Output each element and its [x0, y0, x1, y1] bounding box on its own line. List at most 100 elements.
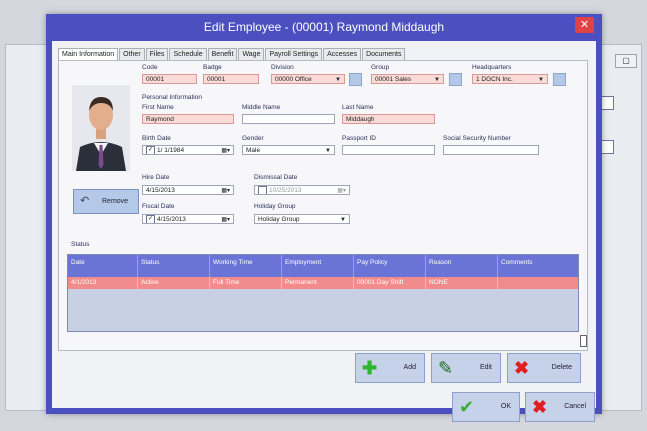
- chevron-down-icon: ▼: [335, 77, 341, 83]
- group-label: Group: [371, 64, 390, 71]
- add-label: Add: [403, 364, 416, 371]
- fiscal-date-label: Fiscal Date: [142, 203, 175, 210]
- status-grid-header: Date Status Working Time Employment Pay …: [68, 255, 578, 277]
- cell-reason: NONE: [426, 277, 498, 289]
- cell-pay-policy: 00001 Day Shift: [354, 277, 426, 289]
- cancel-button[interactable]: ✖ Cancel: [525, 392, 595, 422]
- delete-icon: ✖: [514, 358, 530, 378]
- gender-value: Male: [246, 147, 261, 154]
- gender-label: Gender: [242, 135, 264, 142]
- birth-date-picker[interactable]: ✓ 1/ 1/1984 ▦▾: [142, 145, 234, 155]
- remove-label: Remove: [102, 198, 129, 205]
- hire-date-value: 4/15/2013: [146, 187, 175, 194]
- edit-icon: ✎: [438, 358, 454, 378]
- add-button[interactable]: ✚ Add: [355, 353, 425, 383]
- tab-accesses[interactable]: Accesses: [323, 48, 362, 60]
- first-name-field[interactable]: Raymond: [142, 114, 234, 124]
- column-header-comments[interactable]: Comments: [498, 255, 578, 277]
- last-name-field[interactable]: Middaugh: [342, 114, 435, 124]
- column-header-reason[interactable]: Reason: [426, 255, 498, 277]
- passport-id-label: Passport ID: [342, 135, 376, 142]
- chevron-down-icon: ▼: [538, 77, 544, 83]
- cancel-icon: ✖: [532, 397, 548, 417]
- column-header-pay-policy[interactable]: Pay Policy: [354, 255, 426, 277]
- edit-label: Edit: [479, 364, 492, 371]
- tab-documents[interactable]: Documents: [362, 48, 406, 60]
- checkmark-icon: ✔: [459, 397, 475, 417]
- status-label: Status: [71, 241, 90, 248]
- gender-select[interactable]: Male ▼: [242, 145, 335, 155]
- cell-date: 4/1/2013: [68, 277, 138, 289]
- division-lookup-button[interactable]: [349, 73, 362, 86]
- calendar-icon: ▦▾: [221, 148, 230, 154]
- birth-date-checkbox[interactable]: ✓: [146, 146, 155, 154]
- main-information-panel: ↶ Remove Code 00001 Badge 00001 Division…: [58, 60, 588, 351]
- tab-files[interactable]: Files: [145, 48, 169, 60]
- chevron-down-icon: ▼: [434, 77, 440, 83]
- cell-working-time: Full Time: [210, 277, 282, 289]
- dismissal-date-checkbox[interactable]: [258, 186, 267, 194]
- fiscal-date-picker[interactable]: ✓ 4/15/2013 ▦▾: [142, 214, 234, 224]
- chevron-down-icon: ▼: [325, 148, 331, 154]
- column-header-status[interactable]: Status: [138, 255, 210, 277]
- middle-name-field[interactable]: [242, 114, 335, 124]
- division-select[interactable]: 00000 Office ▼: [271, 74, 345, 84]
- personal-information-label: Personal Information: [142, 94, 202, 101]
- tab-benefit[interactable]: Benefit: [207, 48, 238, 60]
- code-field[interactable]: 00001: [142, 74, 197, 84]
- column-header-employment[interactable]: Employment: [282, 255, 354, 277]
- fiscal-date-checkbox[interactable]: ✓: [146, 215, 155, 223]
- ok-label: OK: [500, 403, 511, 410]
- ssn-field[interactable]: [443, 145, 539, 155]
- tab-other[interactable]: Other: [119, 48, 145, 60]
- dialog-title: Edit Employee - (00001) Raymond Middaugh: [203, 20, 445, 34]
- employee-photo: [72, 85, 130, 171]
- birth-date-label: Birth Date: [142, 135, 171, 142]
- dismissal-date-label: Dismissal Date: [254, 174, 298, 181]
- tab-wage[interactable]: Wage: [238, 48, 265, 60]
- division-label: Division: [271, 64, 294, 71]
- headquarters-value: 1 DGCN Inc.: [476, 76, 513, 83]
- badge-field[interactable]: 00001: [203, 74, 259, 84]
- delete-label: Delete: [551, 364, 572, 371]
- first-name-label: First Name: [142, 104, 174, 111]
- table-row[interactable]: 4/1/2013 Active Full Time Permanent 0000…: [68, 277, 578, 289]
- tab-strip: Main Information Other Files Schedule Be…: [58, 48, 406, 61]
- group-lookup-button[interactable]: [449, 73, 462, 86]
- dismissal-date-picker[interactable]: 10/25/2013 ▦▾: [254, 185, 350, 195]
- code-label: Code: [142, 64, 158, 71]
- cell-employment: Permanent: [282, 277, 354, 289]
- close-button[interactable]: ✕: [575, 17, 594, 33]
- group-select[interactable]: 00001 Sales ▼: [371, 74, 444, 84]
- tab-payroll-settings[interactable]: Payroll Settings: [265, 48, 323, 60]
- holiday-group-value: Holiday Group: [258, 216, 300, 223]
- hire-date-picker[interactable]: 4/15/2013 ▦▾: [142, 185, 234, 195]
- plus-icon: ✚: [362, 358, 378, 378]
- holiday-group-label: Holiday Group: [254, 203, 296, 210]
- edit-employee-dialog: Edit Employee - (00001) Raymond Middaugh…: [46, 14, 602, 422]
- column-header-date[interactable]: Date: [68, 255, 138, 277]
- holiday-group-select[interactable]: Holiday Group ▼: [254, 214, 350, 224]
- column-header-working-time[interactable]: Working Time: [210, 255, 282, 277]
- tab-schedule[interactable]: Schedule: [169, 48, 207, 60]
- hire-date-label: Hire Date: [142, 174, 170, 181]
- group-value: 00001 Sales: [375, 76, 412, 83]
- delete-button[interactable]: ✖ Delete: [507, 353, 581, 383]
- headquarters-label: Headquarters: [472, 64, 512, 71]
- dismissal-date-value: 10/25/2013: [269, 187, 302, 195]
- remove-icon: ↶: [80, 195, 90, 207]
- background-strip: [600, 140, 614, 154]
- ok-button[interactable]: ✔ OK: [452, 392, 520, 422]
- background-window-button[interactable]: ▢: [615, 54, 637, 68]
- cancel-label: Cancel: [564, 403, 586, 410]
- remove-photo-button[interactable]: ↶ Remove: [73, 189, 139, 214]
- background-strip: [600, 96, 614, 110]
- headquarters-lookup-button[interactable]: [553, 73, 566, 86]
- headquarters-select[interactable]: 1 DGCN Inc. ▼: [472, 74, 548, 84]
- edit-button[interactable]: ✎ Edit: [431, 353, 501, 383]
- cell-comments: [498, 277, 578, 289]
- middle-name-label: Middle Name: [242, 104, 281, 111]
- calendar-icon: ▦▾: [221, 188, 230, 194]
- passport-id-field[interactable]: [342, 145, 435, 155]
- last-name-label: Last Name: [342, 104, 374, 111]
